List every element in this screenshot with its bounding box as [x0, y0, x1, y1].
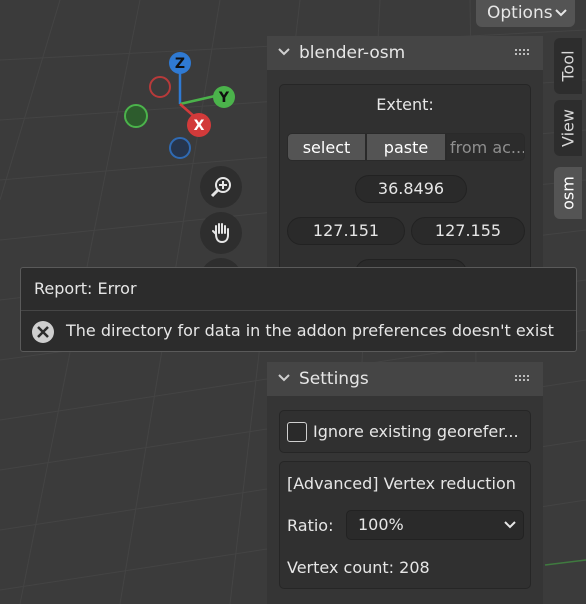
- chevron-down-icon: [278, 48, 290, 56]
- report-message: The directory for data in the addon pref…: [66, 321, 554, 340]
- zoom-button[interactable]: [200, 166, 242, 208]
- chevron-down-icon: [278, 374, 290, 382]
- panel-title: blender-osm: [299, 43, 406, 63]
- blender-osm-panel: blender-osm Extent: select paste from ac…: [267, 36, 543, 287]
- y-axis-label: Y: [218, 90, 230, 106]
- error-report-popup: Report: Error The directory for data in …: [20, 267, 577, 352]
- blender-osm-panel-header[interactable]: blender-osm: [267, 36, 543, 70]
- extent-label: Extent:: [376, 95, 434, 114]
- tab-view-label: View: [558, 109, 578, 147]
- paste-button[interactable]: paste: [366, 133, 446, 161]
- extent-top-field[interactable]: 36.8496: [355, 175, 467, 203]
- report-divider: [21, 310, 576, 311]
- navigation-gizmo[interactable]: Z Y X: [118, 50, 248, 170]
- drag-grip-icon[interactable]: [515, 49, 531, 57]
- vertex-count: Vertex count: 208: [287, 558, 430, 577]
- report-title: Report: Error: [34, 279, 137, 298]
- pan-button[interactable]: [200, 212, 242, 254]
- ratio-label: Ratio:: [287, 516, 334, 535]
- ignore-georef-box: Ignore existing georefer...: [279, 410, 531, 453]
- select-button[interactable]: select: [287, 133, 366, 161]
- from-active-button[interactable]: from ac...: [446, 133, 525, 161]
- vertex-reduction-title: [Advanced] Vertex reduction: [287, 474, 516, 493]
- options-dropdown[interactable]: Options: [476, 0, 575, 27]
- settings-panel: Settings Ignore existing georefer... [Ad…: [267, 362, 543, 604]
- x-axis-label: X: [194, 118, 205, 134]
- tab-osm[interactable]: osm: [554, 167, 582, 219]
- extent-right-field[interactable]: 127.155: [411, 217, 525, 245]
- ignore-georef-checkbox[interactable]: [287, 422, 307, 442]
- settings-panel-header[interactable]: Settings: [267, 362, 543, 396]
- extent-left-field[interactable]: 127.151: [287, 217, 405, 245]
- ignore-georef-label[interactable]: Ignore existing georefer...: [313, 422, 519, 441]
- tab-view[interactable]: View: [554, 100, 582, 156]
- tab-tool-label: Tool: [558, 50, 578, 82]
- chevron-down-icon: [504, 521, 516, 529]
- error-icon: [32, 321, 54, 343]
- ratio-value: 100%: [358, 515, 404, 534]
- chevron-down-icon: [555, 9, 567, 17]
- options-label: Options: [487, 3, 553, 23]
- ratio-select[interactable]: 100%: [346, 510, 524, 540]
- hand-icon: [212, 223, 229, 244]
- zoom-icon: [210, 177, 231, 198]
- extent-box: Extent: select paste from ac... 36.8496 …: [279, 84, 531, 287]
- panel-title: Settings: [299, 369, 369, 389]
- tab-osm-label: osm: [558, 176, 578, 210]
- vertex-reduction-box: [Advanced] Vertex reduction Ratio: 100% …: [279, 461, 531, 589]
- tab-tool[interactable]: Tool: [554, 38, 582, 94]
- drag-grip-icon[interactable]: [515, 375, 531, 383]
- z-axis-label: Z: [175, 56, 185, 72]
